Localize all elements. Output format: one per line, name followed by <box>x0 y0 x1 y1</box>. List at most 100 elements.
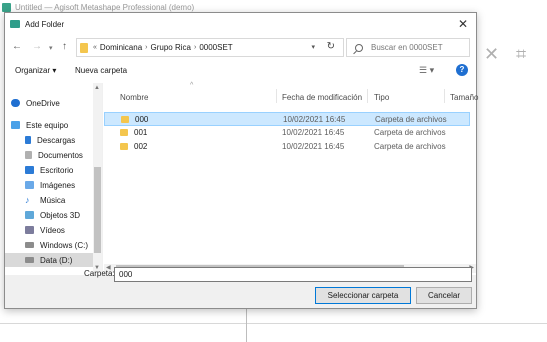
sidebar-item-imagenes[interactable]: Imágenes <box>25 178 93 192</box>
sidebar-item-descargas[interactable]: Descargas <box>25 133 93 147</box>
scroll-up-icon[interactable]: ▲ <box>94 85 100 91</box>
column-header-type[interactable]: Tipo <box>374 93 389 102</box>
sidebar-item-label: Descargas <box>37 135 76 145</box>
drive-icon <box>25 257 34 263</box>
forward-arrow-icon[interactable]: → <box>32 41 42 52</box>
download-icon <box>25 136 31 144</box>
select-folder-button[interactable]: Seleccionar carpeta <box>315 287 411 304</box>
add-folder-dialog: Add Folder ✕ ← → ▾ ↑ « Dominicana › Grup… <box>4 12 478 309</box>
new-folder-button[interactable]: Nueva carpeta <box>75 66 127 75</box>
sidebar-item-onedrive[interactable]: OneDrive <box>11 96 99 110</box>
sort-ascending-icon: ^ <box>190 82 194 89</box>
address-bar[interactable]: « Dominicana › Grupo Rica › 0000SET ▾ ↻ <box>76 38 344 57</box>
row-type: Carpeta de archivos <box>374 128 446 137</box>
background-crop-tool-icon[interactable]: ⌗ <box>516 44 526 65</box>
document-icon <box>25 151 32 159</box>
address-row: ← → ▾ ↑ « Dominicana › Grupo Rica › 0000… <box>5 37 476 59</box>
navigation-pane: OneDrive Este equipo Descargas Documento… <box>5 83 103 273</box>
row-name: 002 <box>134 142 148 151</box>
breadcrumb-separator-icon[interactable]: › <box>194 44 196 51</box>
sidebar-item-data-d[interactable]: Data (D:) <box>5 253 93 267</box>
row-type: Carpeta de archivos <box>375 115 447 124</box>
sidebar-item-escritorio[interactable]: Escritorio <box>25 163 93 177</box>
folder-icon <box>120 143 128 150</box>
navigation-scrollbar[interactable]: ▲ ▼ <box>93 83 102 273</box>
table-row[interactable]: 002 10/02/2021 16:45 Carpeta de archivos <box>104 140 470 154</box>
sidebar-item-label: Vídeos <box>40 225 65 235</box>
breadcrumb-grupo-rica[interactable]: Grupo Rica <box>151 43 191 52</box>
objects3d-icon <box>25 211 34 219</box>
column-headers: ^ Nombre Fecha de modificación Tipo Tama… <box>104 82 478 105</box>
refresh-icon[interactable]: ↻ <box>327 41 335 52</box>
background-divider <box>0 323 547 324</box>
column-header-date[interactable]: Fecha de modificación <box>282 93 362 102</box>
sidebar-item-label: Música <box>40 195 66 205</box>
cloud-icon <box>11 99 20 107</box>
sidebar-item-label: Data (D:) <box>40 255 73 265</box>
close-icon[interactable]: ✕ <box>458 17 468 31</box>
back-arrow-icon[interactable]: ← <box>12 41 22 52</box>
sidebar-item-label: Este equipo <box>26 120 69 130</box>
up-arrow-icon[interactable]: ↑ <box>62 41 67 52</box>
background-splitter <box>246 308 247 342</box>
breadcrumb-0000set[interactable]: 0000SET <box>199 43 232 52</box>
background-close-tool-icon[interactable]: ✕ <box>484 44 499 65</box>
sidebar-item-videos[interactable]: Vídeos <box>25 223 93 237</box>
folder-icon <box>121 116 129 123</box>
sidebar-item-label: Windows (C:) <box>40 240 89 250</box>
sidebar-item-label: Documentos <box>38 150 83 160</box>
background-app-title: Untitled — Agisoft Metashape Professiona… <box>15 2 195 12</box>
drive-icon <box>25 242 34 248</box>
sidebar-item-label: Imágenes <box>40 180 76 190</box>
video-icon <box>25 226 34 234</box>
command-bar: Organizar ▾ Nueva carpeta ☰ ▾ ? <box>5 61 476 81</box>
dialog-titlebar: Add Folder <box>5 13 476 35</box>
row-date: 10/02/2021 16:45 <box>282 142 345 151</box>
breadcrumb-separator-icon[interactable]: « <box>93 44 97 51</box>
sidebar-item-label: OneDrive <box>26 98 60 108</box>
sidebar-item-musica[interactable]: ♪ Música <box>25 193 93 207</box>
column-divider[interactable] <box>367 89 368 103</box>
row-date: 10/02/2021 16:45 <box>282 128 345 137</box>
sidebar-item-documentos[interactable]: Documentos <box>25 148 93 162</box>
table-row[interactable]: 001 10/02/2021 16:45 Carpeta de archivos <box>104 126 470 140</box>
sidebar-item-label: Objetos 3D <box>40 210 81 220</box>
sidebar-item-label: Escritorio <box>40 165 74 175</box>
breadcrumb-dominicana[interactable]: Dominicana <box>100 43 142 52</box>
sidebar-item-objetos-3d[interactable]: Objetos 3D <box>25 208 93 222</box>
file-list: ^ Nombre Fecha de modificación Tipo Tama… <box>104 82 478 273</box>
row-type: Carpeta de archivos <box>374 142 446 151</box>
metashape-app-icon <box>2 2 11 12</box>
music-icon: ♪ <box>25 195 30 205</box>
cancel-button[interactable]: Cancelar <box>416 287 472 304</box>
search-input[interactable]: Buscar en 0000SET <box>346 38 470 57</box>
recent-locations-chevron-icon[interactable]: ▾ <box>49 44 53 52</box>
sidebar-item-windows-c[interactable]: Windows (C:) <box>25 238 93 252</box>
pictures-icon <box>25 181 34 189</box>
sidebar-item-este-equipo[interactable]: Este equipo <box>11 118 99 132</box>
column-divider[interactable] <box>444 89 445 103</box>
column-divider[interactable] <box>276 89 277 103</box>
row-name: 001 <box>134 128 148 137</box>
row-name: 000 <box>135 115 149 124</box>
column-header-size[interactable]: Tamaño <box>450 93 478 102</box>
folder-label: Carpeta: <box>84 269 115 278</box>
table-row[interactable]: 000 10/02/2021 16:45 Carpeta de archivos <box>104 112 470 126</box>
breadcrumb-separator-icon[interactable]: › <box>145 44 147 51</box>
dialog-app-icon <box>10 20 20 28</box>
folder-field[interactable]: 000 <box>114 267 472 282</box>
help-icon[interactable]: ? <box>456 64 468 76</box>
folder-icon <box>120 129 128 136</box>
computer-icon <box>11 121 20 129</box>
folder-icon <box>80 42 88 53</box>
search-placeholder: Buscar en 0000SET <box>371 43 443 52</box>
dialog-footer: Carpeta: 000 Seleccionar carpeta Cancela… <box>5 267 476 308</box>
search-icon <box>355 43 363 52</box>
column-header-name[interactable]: Nombre <box>120 93 148 102</box>
address-dropdown-chevron-icon[interactable]: ▾ <box>311 43 315 51</box>
navigation-scrollbar-thumb[interactable] <box>94 167 101 253</box>
view-options-icon[interactable]: ☰ ▾ <box>419 65 434 76</box>
organize-button[interactable]: Organizar ▾ <box>15 66 56 75</box>
desktop-icon <box>25 166 34 174</box>
row-date: 10/02/2021 16:45 <box>283 115 346 124</box>
